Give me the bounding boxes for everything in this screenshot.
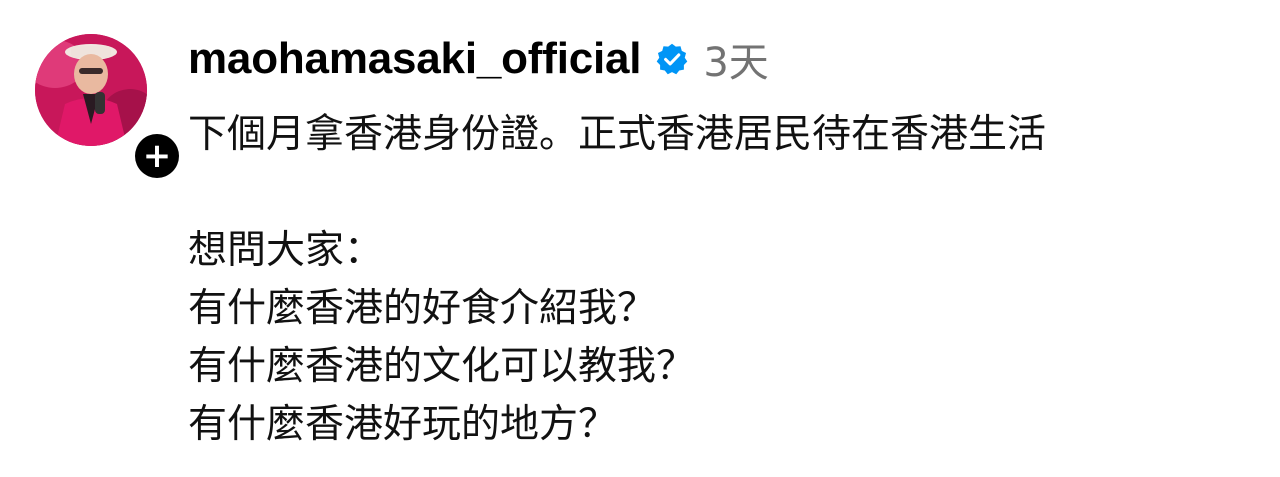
avatar-photo-icon — [35, 34, 147, 146]
post-header: maohamasaki_official 3天 — [188, 32, 769, 86]
post-comment: + maohamasaki_official 3天 下個月拿香港身份證。正式香港… — [0, 0, 1280, 477]
username-link[interactable]: maohamasaki_official — [188, 34, 642, 84]
post-timestamp[interactable]: 3天 — [703, 30, 768, 88]
add-follow-button[interactable]: + — [131, 130, 183, 182]
caption-line: 有什麼香港好玩的地方？ — [188, 402, 618, 447]
caption-line: 想問大家： — [188, 228, 384, 273]
caption-line: 有什麼香港的好食介紹我？ — [188, 286, 657, 331]
post-caption: 下個月拿香港身份證。正式香港居民待在香港生活 想問大家： 有什麼香港的好食介紹我… — [188, 106, 1258, 454]
plus-icon: + — [135, 134, 179, 178]
avatar[interactable] — [35, 34, 147, 146]
verified-check-icon — [657, 43, 688, 75]
caption-line: 有什麼香港的文化可以教我？ — [188, 344, 696, 389]
avatar-container[interactable]: + — [35, 34, 183, 182]
caption-line: 下個月拿香港身份證。正式香港居民待在香港生活 — [188, 112, 1047, 157]
